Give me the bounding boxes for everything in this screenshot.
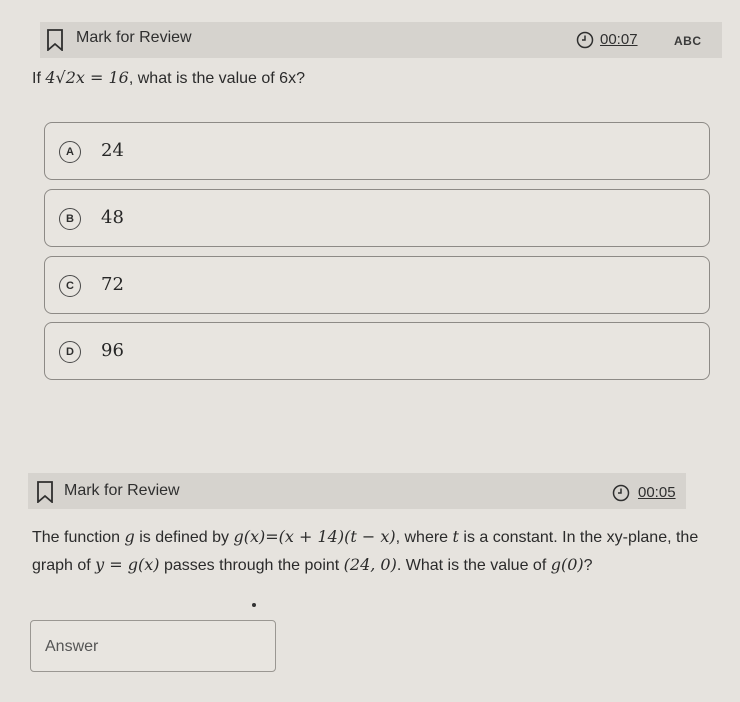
option-c-letter: C: [59, 275, 81, 297]
q2-text-5: passes through the point: [159, 557, 344, 574]
q2-text-1: The function: [32, 529, 125, 546]
q2-question: The function g is defined by g(x)=(x + 1…: [32, 523, 712, 579]
option-b-value: 48: [101, 207, 124, 228]
clock-icon: [576, 31, 594, 49]
q2-text-7: ?: [583, 557, 593, 574]
timer[interactable]: 00:07: [600, 31, 638, 48]
bookmark-icon[interactable]: [46, 29, 64, 51]
option-d-value: 96: [101, 340, 124, 361]
option-c[interactable]: C 72: [44, 256, 710, 314]
q1-header-bar: Mark for Review 00:07 ABC: [40, 22, 722, 58]
option-c-value: 72: [101, 274, 124, 295]
option-d[interactable]: D 96: [44, 322, 710, 380]
q2-header-bar: Mark for Review 00:05: [28, 473, 686, 509]
q2-text-2: is defined by: [134, 529, 234, 546]
option-b-letter: B: [59, 208, 81, 230]
q2-function-definition: g(x)=(x + 14)(t − x): [233, 527, 396, 546]
q2-point: (24, 0): [343, 555, 397, 574]
option-a-value: 24: [101, 140, 124, 161]
abc-strikethrough-tool[interactable]: ABC: [674, 34, 702, 48]
option-d-letter: D: [59, 341, 81, 363]
mark-for-review-button[interactable]: Mark for Review: [76, 29, 192, 47]
option-b[interactable]: B 48: [44, 189, 710, 247]
mark-for-review-button[interactable]: Mark for Review: [64, 482, 180, 500]
answer-input[interactable]: Answer: [30, 620, 276, 672]
option-a[interactable]: A 24: [44, 122, 710, 180]
q1-question-suffix: , what is the value of 6x?: [128, 70, 305, 87]
q2-text-6: . What is the value of: [396, 557, 551, 574]
q1-equation: 4√2x = 16: [45, 68, 129, 87]
timer[interactable]: 00:05: [638, 484, 676, 501]
bookmark-icon[interactable]: [36, 481, 54, 503]
q2-text-3: , where: [395, 529, 453, 546]
q1-question-prefix: If: [32, 70, 41, 87]
answer-placeholder: Answer: [45, 638, 99, 655]
q1-question: If 4√2x = 16, what is the value of 6x?: [32, 68, 305, 88]
option-a-letter: A: [59, 141, 81, 163]
clock-icon: [612, 484, 630, 502]
stray-mark: [252, 603, 256, 607]
q2-graph-equation: y = g(x): [95, 555, 160, 574]
q2-g-of-zero: g(0): [550, 555, 584, 574]
q2-var-g: g: [124, 527, 135, 546]
